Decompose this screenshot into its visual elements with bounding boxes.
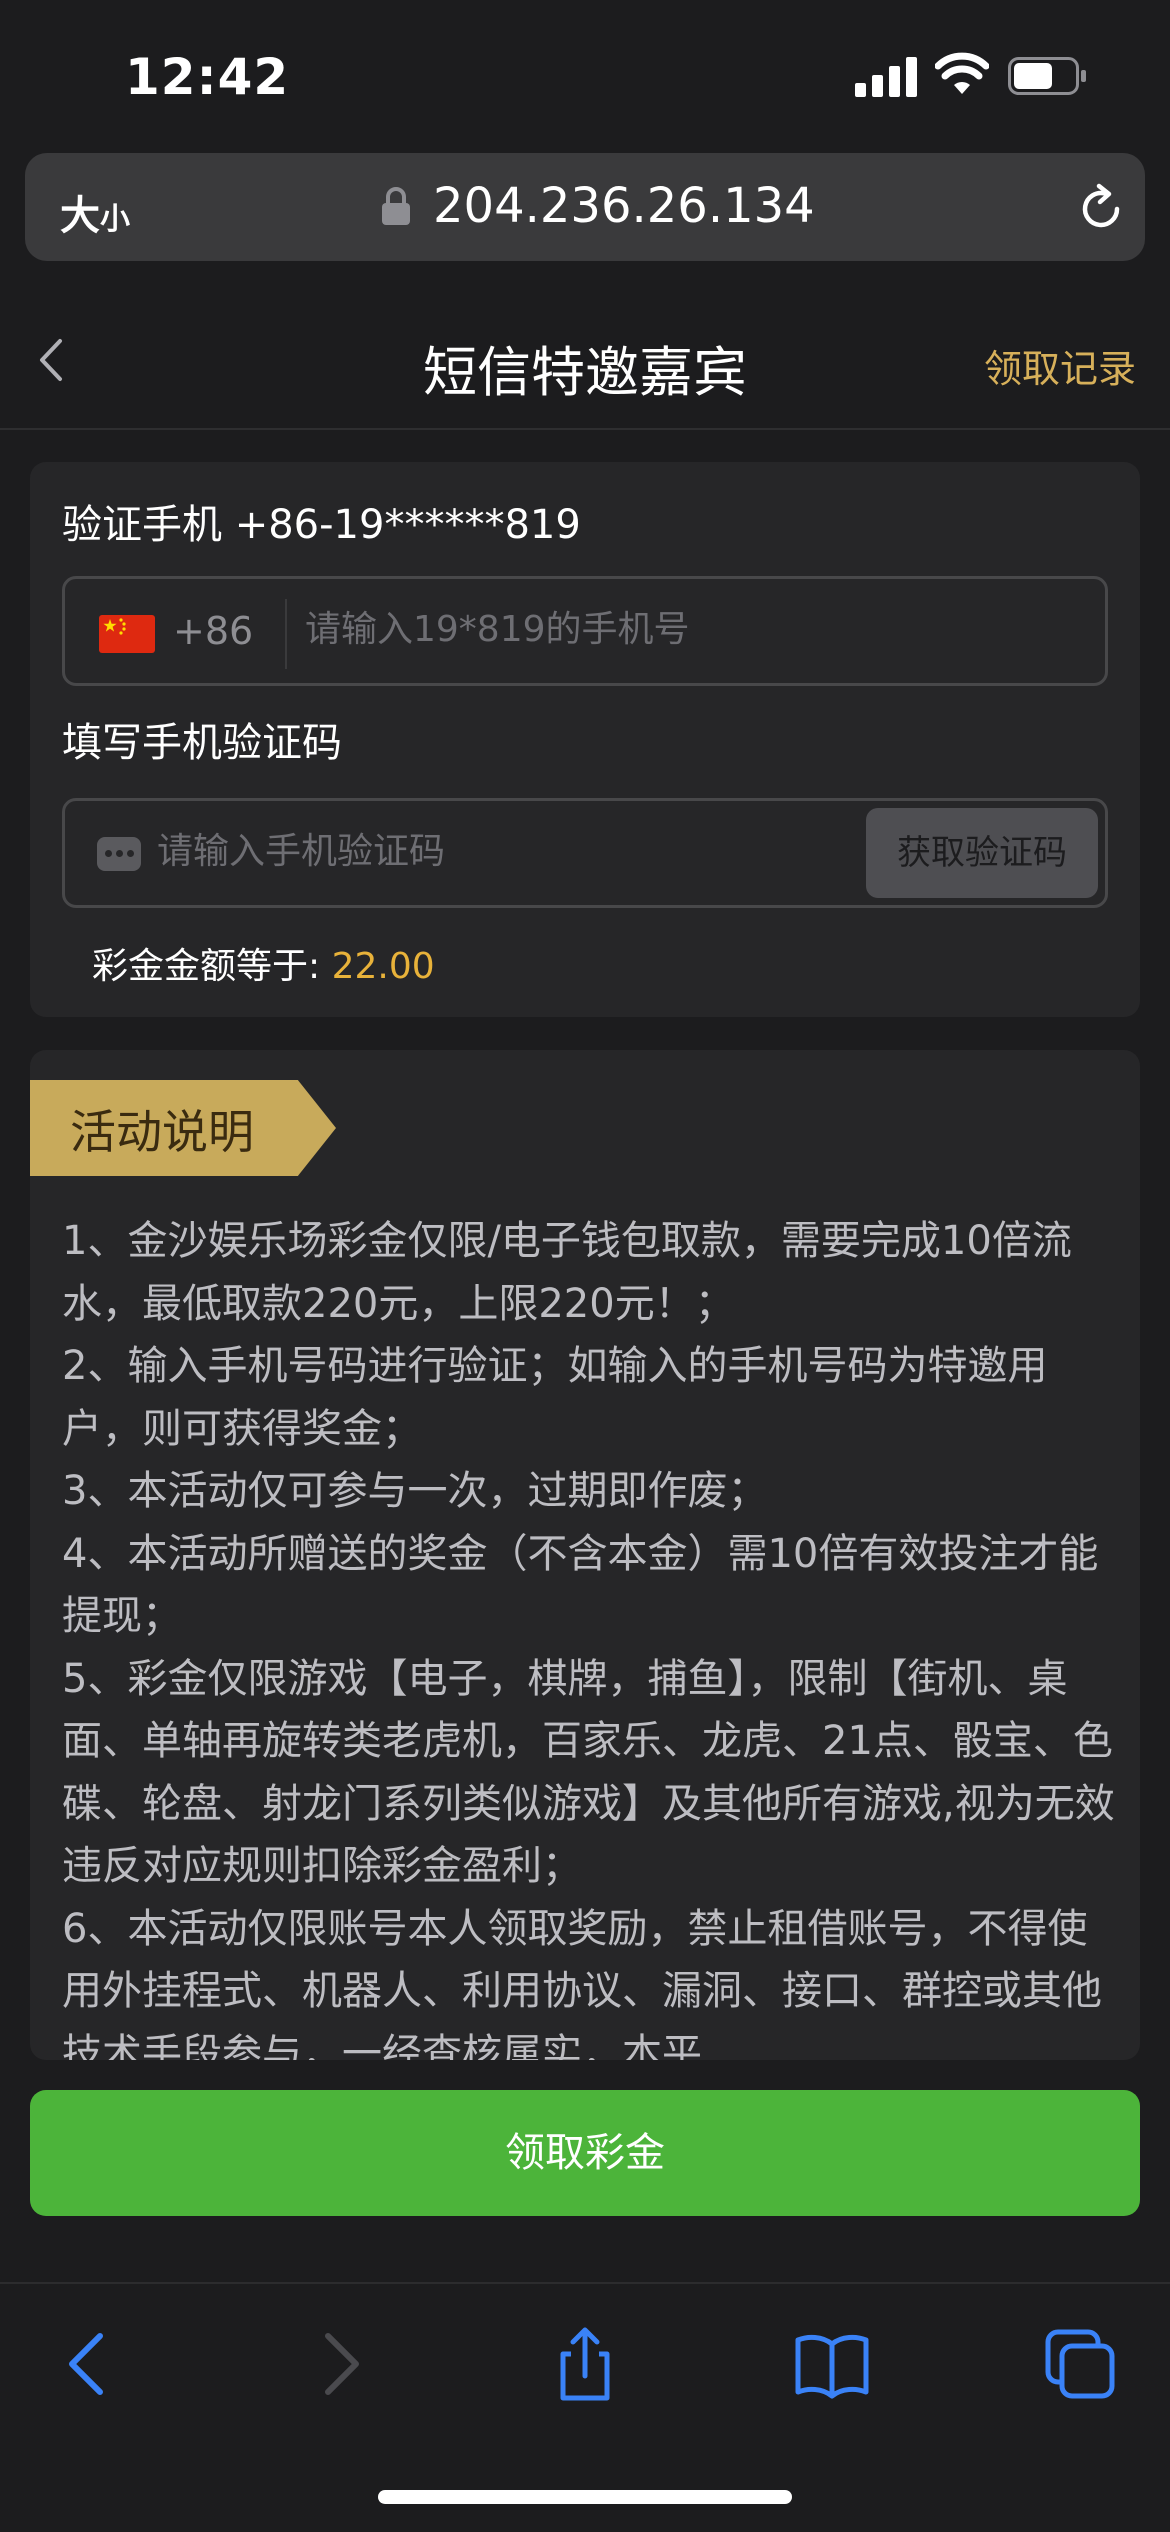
- address-bar[interactable]: 大小 204.236.26.134: [25, 153, 1145, 261]
- rules-text: 1、金沙娱乐场彩金仅限/电子钱包取款，需要完成10倍流水，最低取款220元，上限…: [62, 1210, 1122, 2060]
- verify-card: 验证手机 +86-19******819 +86 填写手机验证码 获取验证码 彩…: [30, 462, 1140, 1017]
- phone-field[interactable]: +86: [62, 576, 1108, 686]
- battery-icon: [1008, 57, 1086, 95]
- claim-records-link[interactable]: 领取记录: [984, 338, 1136, 393]
- rule-item: 5、彩金仅限游戏【电子，棋牌，捕鱼】，限制【街机、桌面、单轴再旋转类老虎机，百家…: [62, 1655, 1115, 1890]
- rule-item: 4、本活动所赠送的奖金（不含本金）需10倍有效投注才能提现；: [62, 1530, 1099, 1640]
- text-size-big-label: 大: [60, 193, 100, 239]
- get-code-button[interactable]: 获取验证码: [866, 808, 1098, 898]
- bonus-value: 22.00: [331, 946, 435, 987]
- claim-area: 领取彩金: [0, 2060, 1170, 2282]
- china-flag-icon: [99, 615, 155, 653]
- wifi-icon: [935, 52, 989, 94]
- sms-code-icon: [97, 837, 141, 871]
- code-field[interactable]: 获取验证码: [62, 798, 1108, 908]
- text-size-button[interactable]: 大小: [60, 183, 130, 239]
- forward-arrow-icon[interactable]: [300, 2324, 380, 2404]
- claim-bonus-button[interactable]: 领取彩金: [30, 2090, 1140, 2216]
- bonus-row: 彩金金额等于: 22.00: [92, 937, 435, 989]
- rule-item: 1、金沙娱乐场彩金仅限/电子钱包取款，需要完成10倍流水，最低取款220元，上限…: [62, 1218, 1072, 1327]
- cellular-signal-icon: [855, 55, 917, 97]
- field-divider: [285, 599, 287, 669]
- bookmarks-icon[interactable]: [792, 2324, 872, 2404]
- home-indicator: [378, 2490, 792, 2504]
- verify-phone-label: 验证手机 +86-19******819: [62, 502, 581, 548]
- url-text[interactable]: 204.236.26.134: [433, 178, 815, 234]
- rules-tag-text: 活动说明: [70, 1105, 254, 1159]
- status-time: 12:42: [125, 48, 290, 106]
- back-arrow-icon[interactable]: [48, 2324, 128, 2404]
- phone-input[interactable]: [305, 609, 1085, 650]
- verification-code-input[interactable]: [157, 831, 757, 872]
- country-code[interactable]: +86: [173, 609, 253, 653]
- status-bar: 12:42: [0, 0, 1170, 150]
- rule-item: 6、本活动仅限账号本人领取奖励，禁止租借账号，不得使用外挂程式、机器人、利用协议…: [62, 1905, 1102, 2061]
- nav-header: 短信特邀嘉宾 领取记录: [0, 290, 1170, 430]
- share-icon[interactable]: [545, 2324, 625, 2404]
- rule-item: 3、本活动仅可参与一次，过期即作废；: [62, 1468, 768, 1514]
- text-size-small-label: 小: [100, 202, 130, 237]
- lock-icon: [382, 187, 410, 225]
- code-label: 填写手机验证码: [62, 720, 342, 766]
- reload-icon[interactable]: [1075, 183, 1127, 235]
- tabs-icon[interactable]: [1040, 2324, 1120, 2404]
- rule-item: 2、输入手机号码进行验证；如输入的手机号码为特邀用户，则可获得奖金；: [62, 1343, 1048, 1452]
- rules-tag: 活动说明: [30, 1080, 336, 1176]
- rules-card: 活动说明 1、金沙娱乐场彩金仅限/电子钱包取款，需要完成10倍流水，最低取款22…: [30, 1050, 1140, 2060]
- bonus-label: 彩金金额等于:: [92, 946, 321, 987]
